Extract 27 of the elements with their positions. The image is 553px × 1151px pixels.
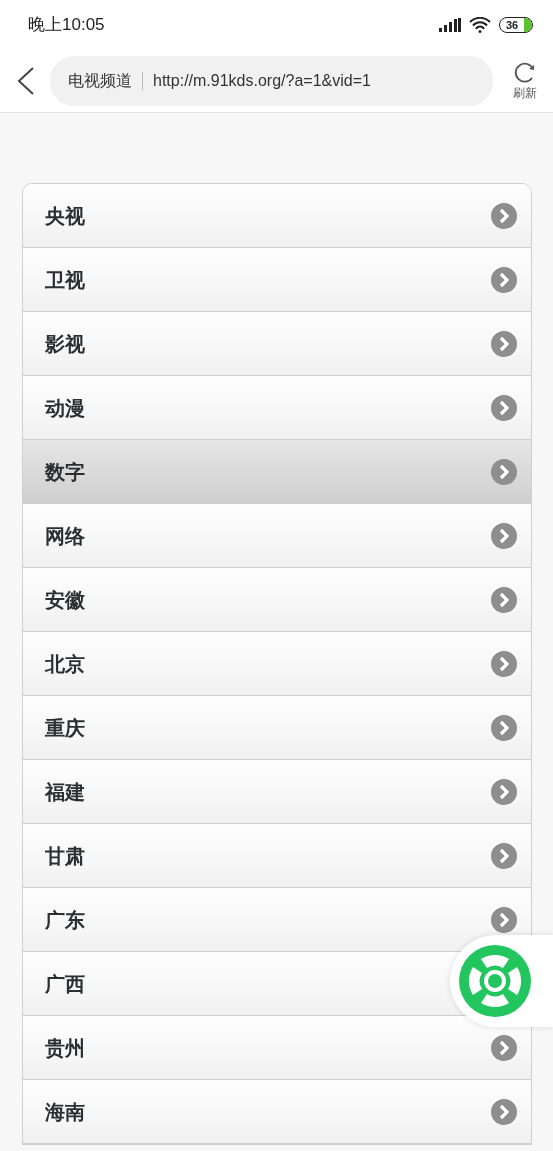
chevron-icon (491, 1098, 517, 1125)
address-bar[interactable]: 电视频道 http://m.91kds.org/?a=1&vid=1 (50, 56, 493, 106)
chevron-icon (491, 714, 517, 741)
chevron-icon (491, 650, 517, 677)
chevron-icon (491, 586, 517, 613)
chevron-icon (491, 522, 517, 549)
signal-icon (439, 18, 461, 32)
chevron-icon (491, 202, 517, 229)
chevron-icon (491, 458, 517, 485)
status-time: 晚上10:05 (28, 14, 105, 37)
chevron-icon (491, 394, 517, 421)
chevron-icon (491, 906, 517, 933)
battery-level: 36 (504, 18, 520, 32)
chevron-icon (491, 1034, 517, 1061)
refresh-label[interactable]: 刷新 (513, 84, 537, 102)
channel-item[interactable]: 数字 (23, 440, 531, 504)
battery-fill (524, 18, 532, 32)
chevron-icon (491, 842, 517, 869)
url-text: http://m.91kds.org/?a=1&vid=1 (153, 71, 371, 91)
chevron-icon (491, 778, 517, 805)
chevron-icon (491, 266, 517, 293)
refresh-icon[interactable] (513, 60, 537, 84)
channel-item[interactable]: 央视 (23, 184, 531, 248)
chevron-icon (491, 330, 517, 357)
wifi-icon (469, 17, 491, 33)
back-icon[interactable] (16, 66, 36, 96)
page-title: 电视频道 (68, 71, 132, 91)
